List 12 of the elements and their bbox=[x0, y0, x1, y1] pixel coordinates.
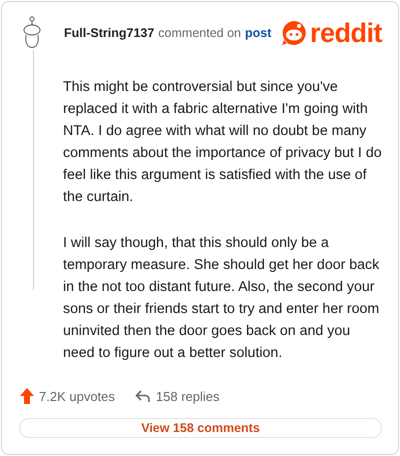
comment-paragraph: This might be controversial but since you've replaced it with a fabric alternative I'm going with NTA. I do agree with what will no doubt be many comments about the importance of privacy but I do feel like this argument is satisfied with the use of the curtain. bbox=[63, 78, 382, 207]
logo-text: reddit bbox=[310, 20, 382, 46]
upvote-count: 7.2K upvotes bbox=[39, 388, 115, 404]
comment-paragraph: I will say though, that this should only be a temporary measure. She should get her door back in the not too distant future. Also, the second your sons or their friends start to try and enter her room uninvited then the door goes back on and you need to figure out a better solution. bbox=[63, 234, 380, 363]
action-text: commented on bbox=[158, 26, 241, 40]
view-comments-button[interactable]: View 158 comments bbox=[19, 418, 382, 438]
logo-icon bbox=[280, 19, 308, 47]
reply-icon bbox=[134, 389, 151, 403]
post-link[interactable]: post bbox=[244, 26, 272, 40]
reply-count: 158 replies bbox=[156, 388, 220, 404]
author-name[interactable]: Full-String7137 bbox=[64, 26, 154, 40]
upvote-icon bbox=[20, 388, 34, 404]
